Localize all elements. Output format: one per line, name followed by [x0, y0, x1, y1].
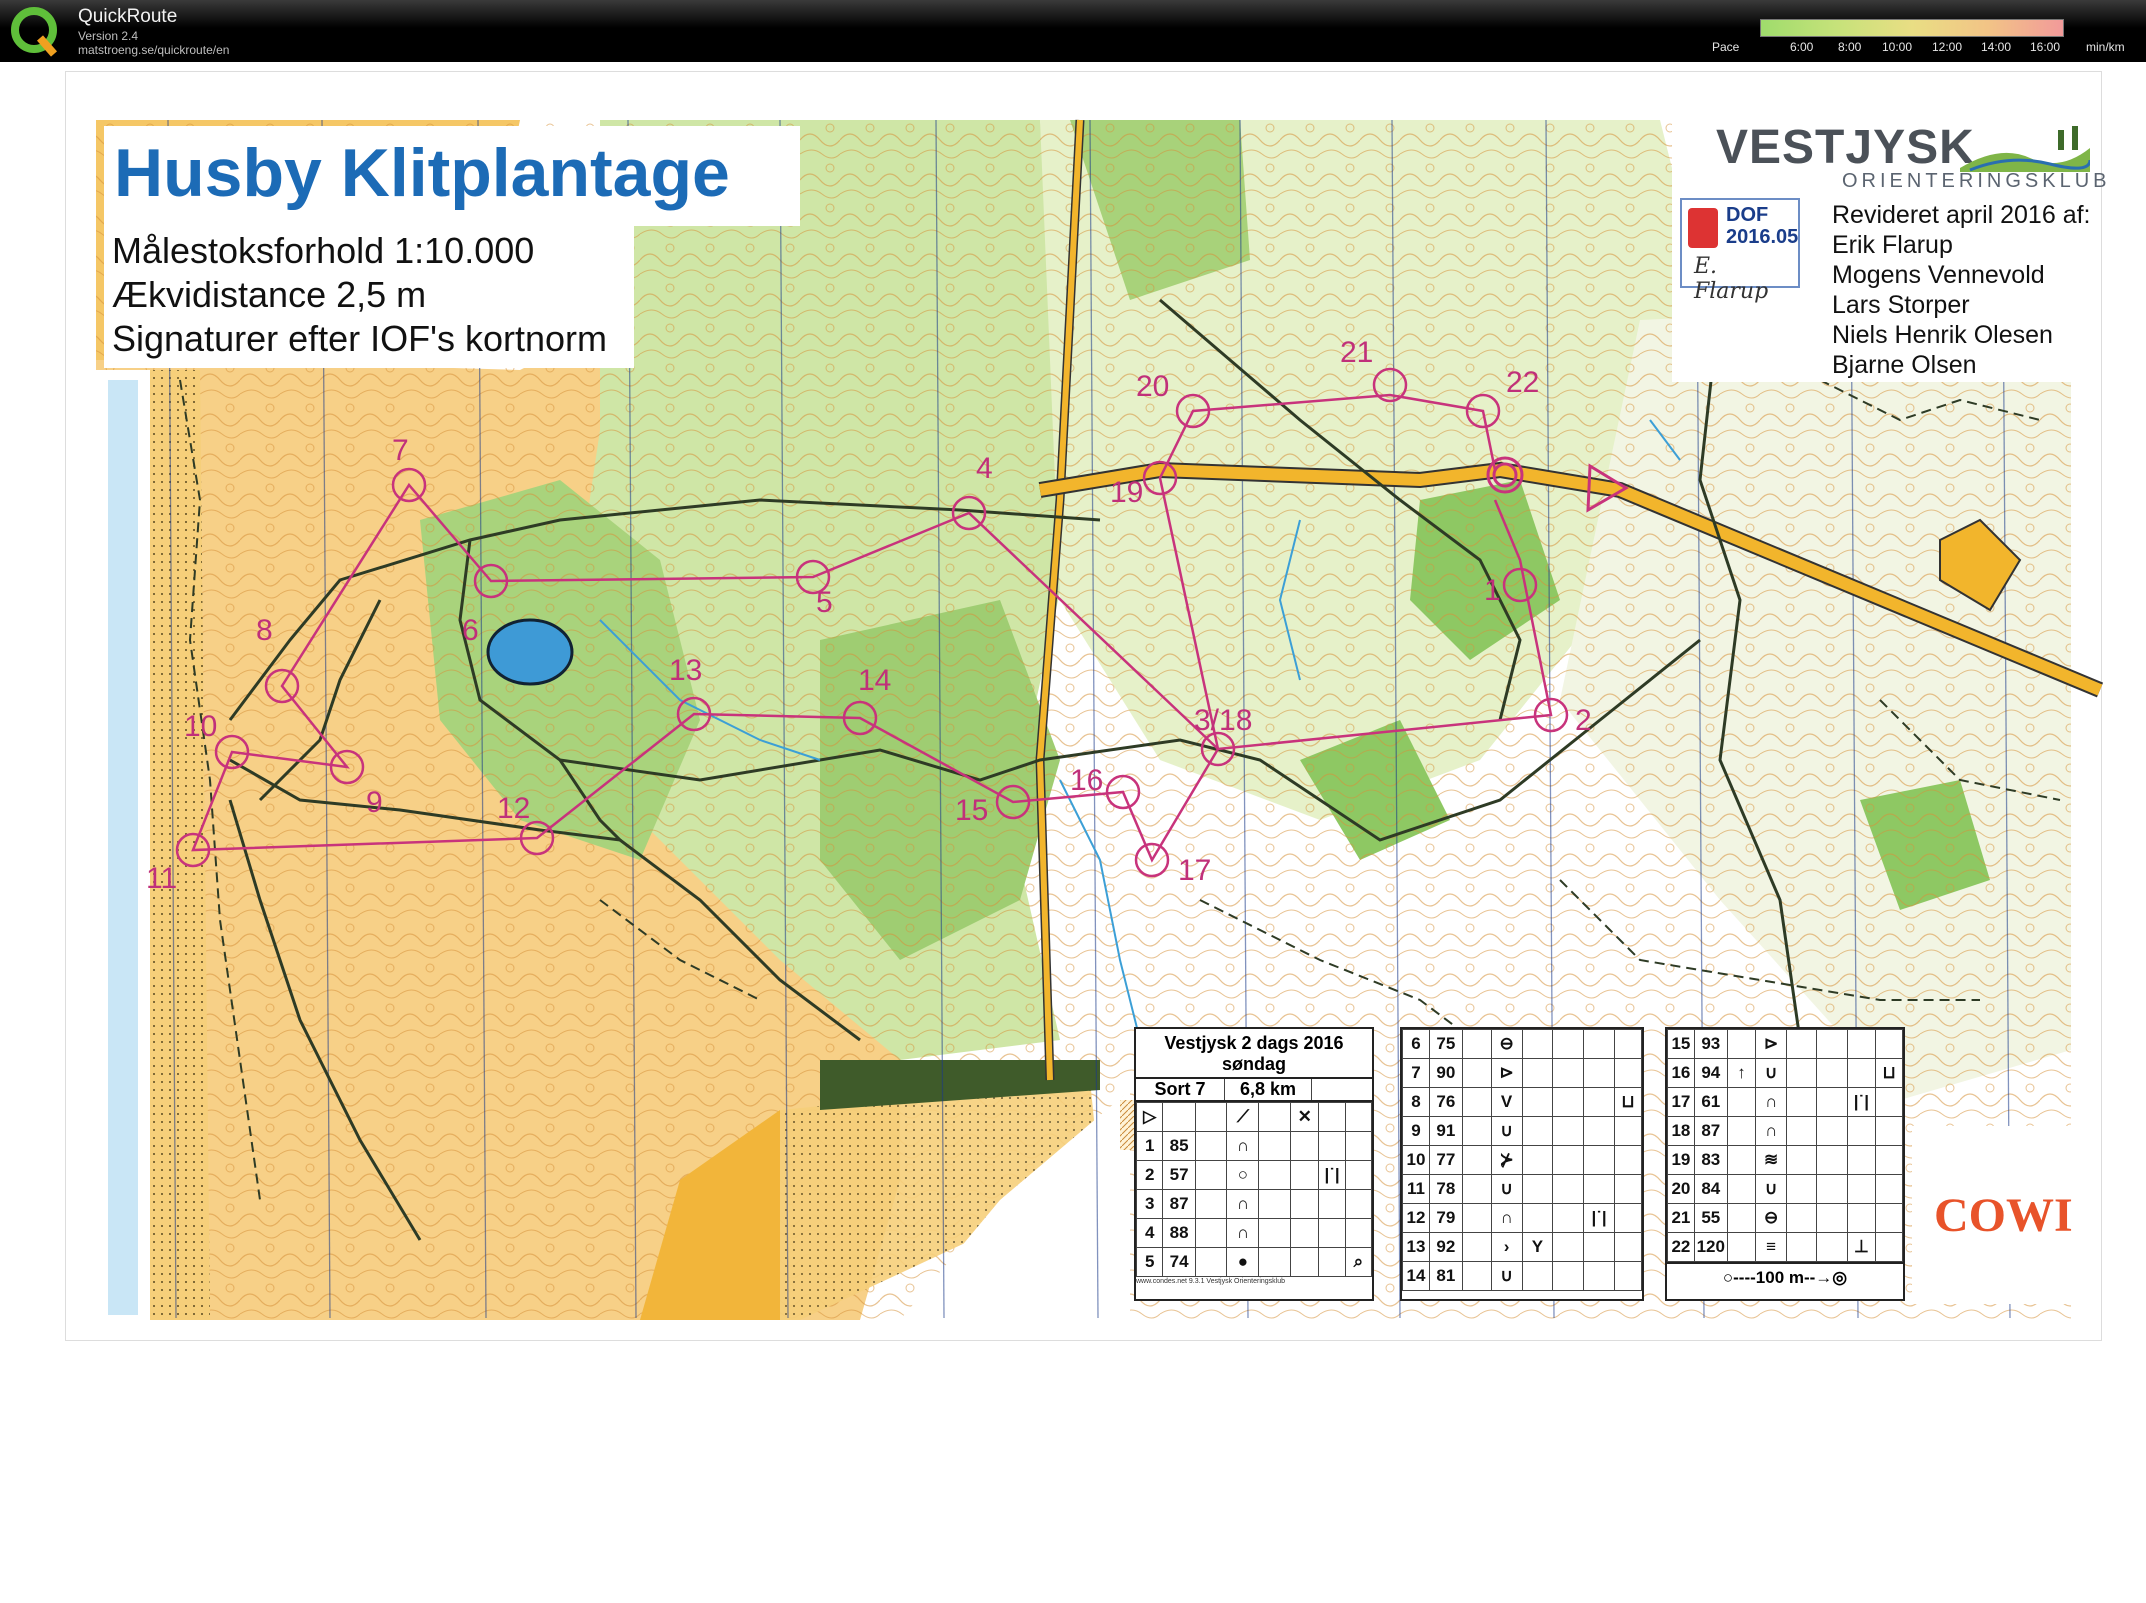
- table-row: 7 90 ⊳: [1402, 1058, 1642, 1088]
- table-row: 9 91 ∪: [1402, 1116, 1642, 1146]
- course-length: 6,8 km: [1224, 1079, 1312, 1100]
- control-label: 17: [1178, 854, 1211, 887]
- dof-logo-icon: [1688, 208, 1718, 248]
- finish-arrow-icon: --→◎: [1803, 1268, 1848, 1287]
- control-label: 6: [462, 614, 479, 647]
- table-row: 21 55 ⊖: [1667, 1203, 1903, 1233]
- table-row: 18 87 ∩: [1667, 1116, 1903, 1146]
- dof-stamp: DOF 2016.05 E. Flarup: [1680, 198, 1800, 304]
- control-label: 8: [256, 614, 273, 647]
- start-row: ▷ ⟋ ✕: [1135, 1102, 1373, 1132]
- map-title: Husby Klitplantage: [114, 135, 730, 211]
- club-subtitle: ORIENTERINGSKLUB: [1842, 170, 2111, 192]
- event-name: Vestjysk 2 dags 2016: [1164, 1033, 1344, 1053]
- control-label: 15: [955, 794, 988, 827]
- description-table-2: 6 75 ⊖ 7 90 ⊳ 8 76 V ⊔ 9 91 ∪ 10 77 ⊁ 11 78 ∪ 12 79 ∩ |˙…: [1402, 1029, 1642, 1291]
- table-row: 3 87 ∩: [1135, 1189, 1373, 1219]
- club-name: VESTJYSK: [1716, 121, 1975, 174]
- table-row: 6 75 ⊖: [1402, 1029, 1642, 1059]
- sea-edge: [108, 380, 138, 1315]
- reviser-name: Mogens Vennevold: [1832, 261, 2045, 289]
- table-row: 20 84 ∪: [1667, 1174, 1903, 1204]
- control-label: 2: [1575, 704, 1592, 737]
- class-name: Sort 7: [1154, 1079, 1206, 1099]
- control-label: 13: [669, 654, 702, 687]
- control-label: 22: [1506, 366, 1539, 399]
- dof-signature: E. Flarup: [1694, 254, 1769, 304]
- table-row: 8 76 V ⊔: [1402, 1087, 1642, 1117]
- control-label: 21: [1340, 336, 1373, 369]
- description-table-3: 15 93 ⊳ 16 94 ↑ ∪ ⊔ 17 61 ∩ |˙| 18 87 ∩ 19 83 ≋ 20 84 ∪…: [1667, 1029, 1903, 1262]
- table-row: 14 81 ∪: [1402, 1261, 1642, 1291]
- control-label: 5: [816, 586, 833, 619]
- table-row: 17 61 ∩ |˙|: [1667, 1087, 1903, 1117]
- control-label: 14: [858, 664, 891, 697]
- table-row: 19 83 ≋: [1667, 1145, 1903, 1175]
- reviser-name: Lars Storper: [1832, 291, 1970, 319]
- control-label: 7: [392, 434, 409, 467]
- table-row: 4 88 ∩: [1135, 1218, 1373, 1248]
- control-label: 10: [184, 710, 217, 743]
- reviser-name: Niels Henrik Olesen: [1832, 321, 2053, 349]
- table-row: 22 120 ≡ ⊥: [1667, 1232, 1903, 1262]
- club-logo-icon: [1960, 126, 2090, 172]
- sheet-footer: www.condes.net 9.3.1 Vestjysk Orienterin…: [1136, 1278, 1286, 1285]
- scale-text: Målestoksforhold 1:10.000: [112, 230, 535, 271]
- control-label: 12: [497, 792, 530, 825]
- control-label: 9: [366, 786, 383, 819]
- table-row: 12 79 ∩ |˙|: [1402, 1203, 1642, 1233]
- table-row: 15 93 ⊳: [1667, 1029, 1903, 1059]
- table-row: 2 57 ○ |˙|: [1135, 1160, 1373, 1190]
- table-row: 10 77 ⊁: [1402, 1145, 1642, 1175]
- table-row: 16 94 ↑ ∪ ⊔: [1667, 1058, 1903, 1088]
- revision-heading: Revideret april 2016 af:: [1832, 201, 2091, 229]
- reviser-name: Bjarne Olsen: [1832, 351, 1977, 379]
- control-description-sheet-2: 6 75 ⊖ 7 90 ⊳ 8 76 V ⊔ 9 91 ∪ 10 77 ⊁ 11 78 ∪ 12 79 ∩ |˙…: [1400, 1027, 1644, 1301]
- finish-distance: 100 m: [1755, 1268, 1804, 1287]
- table-row: 5 74 ● ⌕: [1135, 1247, 1373, 1277]
- table-row: 1 85 ∩: [1135, 1131, 1373, 1161]
- control-label: 4: [976, 452, 993, 485]
- contour-text: Ækvidistance 2,5 m: [112, 274, 427, 315]
- control-label: 11: [146, 862, 177, 895]
- event-day: søndag: [1136, 1054, 1372, 1079]
- control-description-sheet-1: Vestjysk 2 dags 2016 søndag Sort 7 6,8 k…: [1134, 1027, 1374, 1301]
- control-label: 1: [1484, 574, 1501, 607]
- dof-label: DOF: [1726, 204, 1769, 226]
- reviser-name: Erik Flarup: [1832, 231, 1953, 259]
- control-label: 16: [1070, 764, 1103, 797]
- start-symbol-icon: ▷: [1135, 1102, 1164, 1132]
- finish-row: ○---- 100 m --→◎: [1667, 1262, 1903, 1292]
- dof-number: 2016.05: [1726, 226, 1799, 248]
- revision-block: Revideret april 2016 af: Erik Flarup Mog…: [1832, 200, 2090, 380]
- control-label: 19: [1110, 476, 1143, 509]
- table-row: 11 78 ∪: [1402, 1174, 1642, 1204]
- description-table-1: ▷ ⟋ ✕ 1 85 ∩ 2 57 ○ |˙| 3 87 ∩ 4 88 ∩ 5 74 ● ⌕: [1135, 1102, 1373, 1277]
- control-label: 3/18: [1194, 704, 1252, 737]
- control-description-sheet-3: 15 93 ⊳ 16 94 ↑ ∪ ⊔ 17 61 ∩ |˙| 18 87 ∩ 19 83 ≋ 20 84 ∪…: [1665, 1027, 1905, 1301]
- finish-start-circle-icon: ○----: [1722, 1268, 1756, 1287]
- crossing-icon: ⟋: [1226, 1102, 1260, 1132]
- control-label: 20: [1136, 370, 1169, 403]
- class-row: Sort 7 6,8 km: [1136, 1079, 1372, 1102]
- table-row: 13 92 › Y: [1402, 1232, 1642, 1262]
- sponsor-logo: COWI: [1934, 1189, 2073, 1242]
- lake: [486, 618, 574, 686]
- symbol-norm-text: Signaturer efter IOF's kortnorm: [112, 318, 608, 359]
